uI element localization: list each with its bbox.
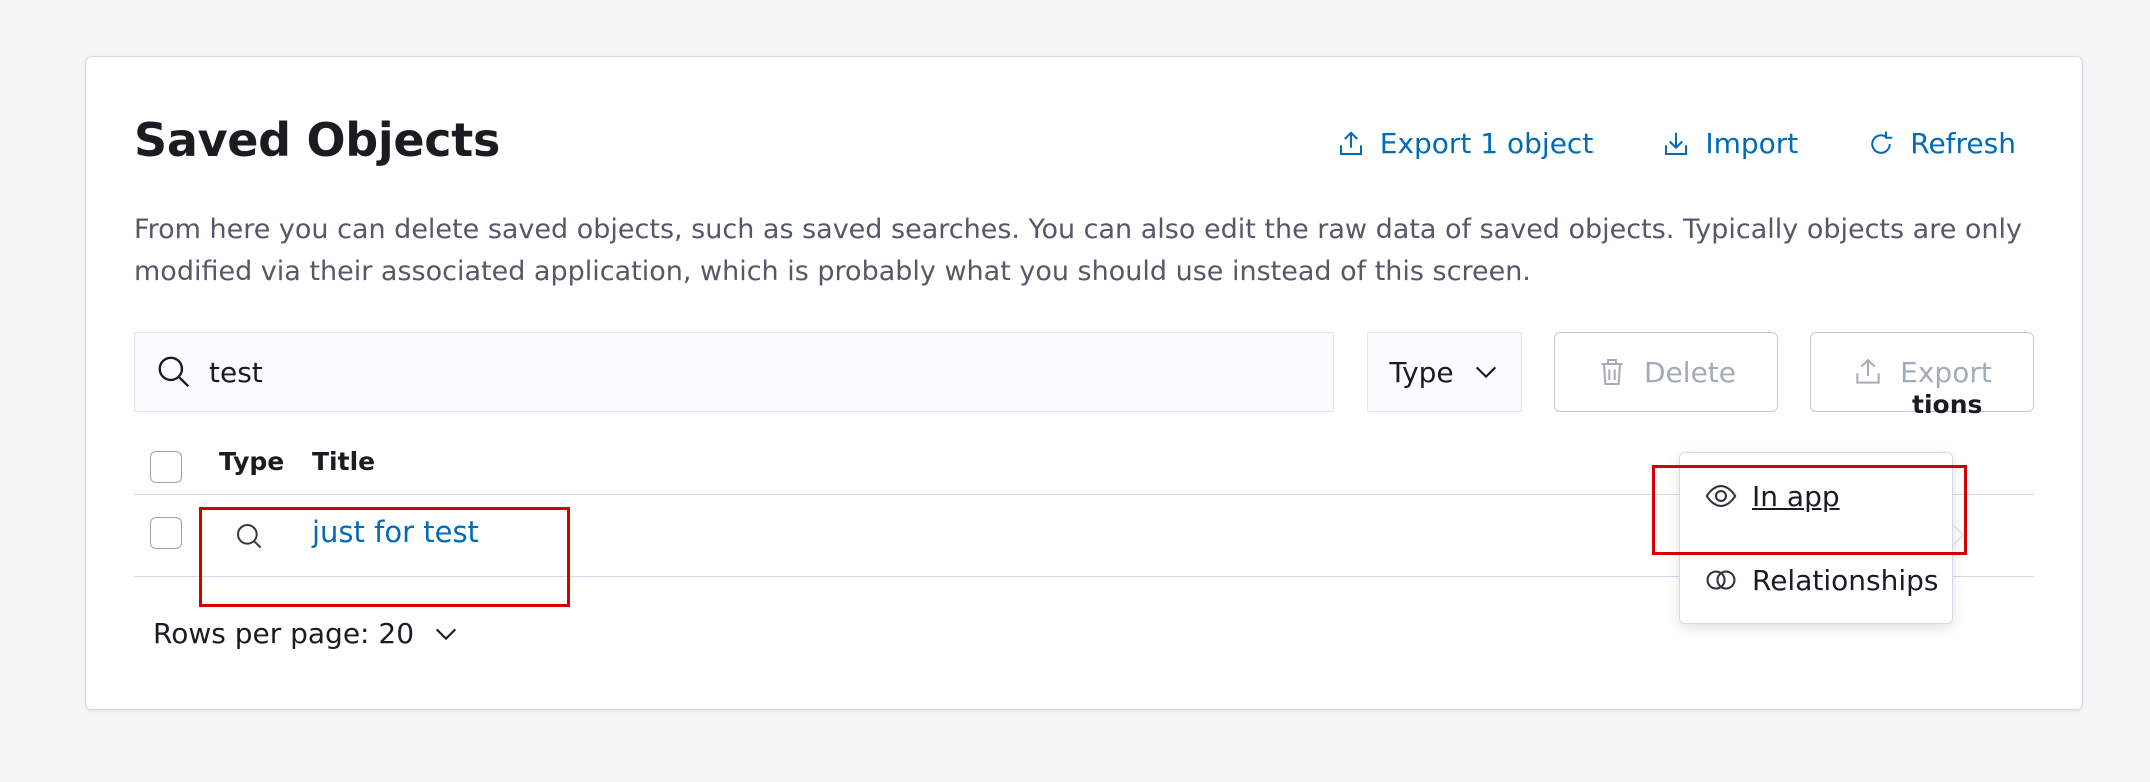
rows-per-page-button[interactable]: Rows per page: 20 [153,617,460,650]
column-header-actions: tions [1912,390,1983,419]
type-filter-label: Type [1389,355,1454,389]
import-icon [1665,132,1688,155]
export-icon [1856,358,1880,384]
rows-per-page-label: Rows per page: 20 [153,617,415,650]
row-checkbox[interactable] [150,517,182,549]
page-description: From here you can delete saved objects, … [134,214,2023,287]
export-icon [1339,130,1362,155]
import-label: Import [1705,127,1799,160]
actions-popover: In app Relationships [1679,452,1953,624]
column-header-type: Type [219,447,285,476]
search-icon [158,356,190,388]
export-objects-button[interactable]: Export 1 object [1336,127,1594,160]
row-title-link[interactable]: just for test [312,515,479,549]
select-all-checkbox[interactable] [150,451,182,483]
delete-label: Delete [1644,355,1736,389]
chevron-down-icon [435,628,457,640]
export-objects-label: Export 1 object [1379,127,1594,160]
import-button[interactable]: Import [1661,127,1798,160]
delete-button[interactable]: Delete [1554,332,1778,412]
trash-icon [1601,359,1623,385]
type-filter-button[interactable]: Type [1367,332,1522,412]
chevron-down-icon [1475,366,1496,379]
refresh-icon [1871,131,1893,154]
action-relationships[interactable]: Relationships [1704,563,1938,597]
search-input[interactable] [209,355,1309,389]
action-in-app[interactable]: In app [1704,479,1840,513]
search-icon [237,524,262,549]
refresh-label: Refresh [1910,127,2016,160]
page-title: Saved Objects [134,113,501,167]
eye-icon [1705,485,1737,507]
search-box[interactable] [134,332,1334,412]
export-label: Export [1900,355,1992,389]
relationships-icon [1706,570,1736,590]
action-relationships-label: Relationships [1752,563,1939,597]
column-header-title[interactable]: Title [312,447,375,476]
refresh-button[interactable]: Refresh [1866,127,2016,160]
header-actions: Export 1 object Import Refresh [1336,127,2016,160]
action-in-app-label: In app [1752,479,1840,513]
